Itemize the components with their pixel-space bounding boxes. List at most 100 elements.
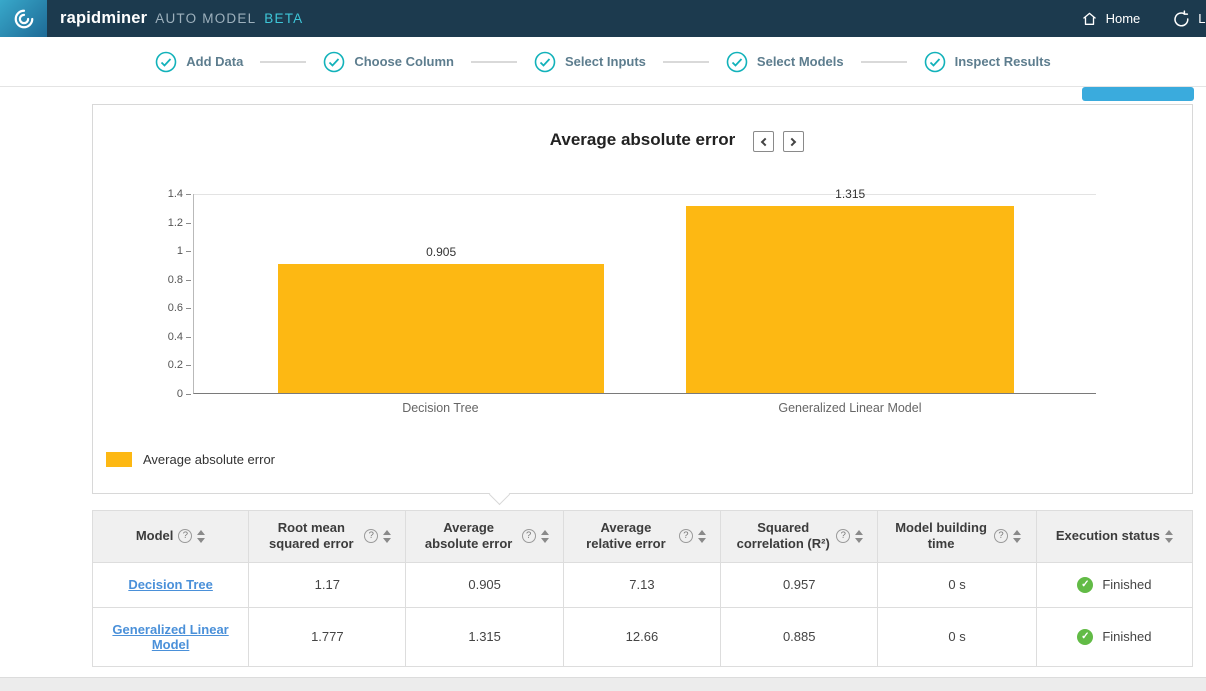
table-cell: 1.777 xyxy=(249,607,406,666)
table-cell: 7.13 xyxy=(563,562,720,607)
bar-decision-tree: 0.905 xyxy=(278,194,605,393)
table-cell: 12.66 xyxy=(563,607,720,666)
step-choose-column[interactable]: Choose Column xyxy=(323,51,454,73)
next-chart-button[interactable] xyxy=(783,131,804,152)
step-check-icon xyxy=(323,51,345,73)
step-label: Select Models xyxy=(757,54,844,69)
table-row: Decision Tree 1.17 0.905 7.13 0.957 0 s … xyxy=(93,562,1193,607)
model-cell: Decision Tree xyxy=(93,562,249,607)
bar-value-label: 1.315 xyxy=(835,187,865,201)
sort-icon xyxy=(855,530,863,543)
table-cell: 0.905 xyxy=(406,562,563,607)
rapidminer-logo-icon xyxy=(13,8,35,30)
chart-legend: Average absolute error xyxy=(106,452,1192,467)
chart-title-row: Average absolute error xyxy=(93,130,1192,154)
step-connector xyxy=(260,61,306,63)
table-cell: 0 s xyxy=(878,607,1036,666)
topbar-right: Home Log xyxy=(1081,10,1206,28)
step-check-icon xyxy=(155,51,177,73)
step-inspect-results[interactable]: Inspect Results xyxy=(924,51,1051,73)
model-link-decision-tree[interactable]: Decision Tree xyxy=(128,577,213,592)
table-cell: 0 s xyxy=(878,562,1036,607)
beta-badge: BETA xyxy=(264,11,303,26)
logout-button[interactable]: Log xyxy=(1172,10,1206,28)
y-tick-label: 1 xyxy=(177,245,183,257)
stepper: Add Data Choose Column Select Inputs Sel… xyxy=(0,37,1206,87)
column-header-model-building-time[interactable]: Model building time xyxy=(878,511,1036,563)
step-check-icon xyxy=(726,51,748,73)
step-add-data[interactable]: Add Data xyxy=(155,51,243,73)
y-tick-label: 0.8 xyxy=(168,274,183,286)
column-header-average-relative-error[interactable]: Average relative error xyxy=(563,511,720,563)
column-header-squared-correlation[interactable]: Squared correlation (R²) xyxy=(721,511,878,563)
column-header-root-mean-squared-error[interactable]: Root mean squared error xyxy=(249,511,406,563)
main-content: Average absolute error 1.4 1.2 1 0.8 0.6… xyxy=(92,104,1193,667)
sort-icon xyxy=(197,530,205,543)
bar-value-label: 0.905 xyxy=(426,245,456,259)
prev-chart-button[interactable] xyxy=(753,131,774,152)
step-select-models[interactable]: Select Models xyxy=(726,51,844,73)
step-connector xyxy=(663,61,709,63)
step-check-icon xyxy=(924,51,946,73)
column-label: Average absolute error xyxy=(421,520,517,553)
brand-name: rapidminer xyxy=(60,9,147,28)
y-tick-label: 1.2 xyxy=(168,217,183,229)
help-icon[interactable] xyxy=(522,529,536,543)
step-connector xyxy=(471,61,517,63)
sort-icon xyxy=(541,530,549,543)
bar xyxy=(686,206,1013,393)
primary-action-button[interactable] xyxy=(1082,87,1194,101)
column-label: Average relative error xyxy=(578,520,674,553)
y-tick-label: 0 xyxy=(177,388,183,400)
logout-icon xyxy=(1172,10,1190,28)
home-label: Home xyxy=(1106,11,1141,26)
help-icon[interactable] xyxy=(364,529,378,543)
bar xyxy=(278,264,605,393)
finished-check-icon xyxy=(1077,629,1093,645)
column-label: Model xyxy=(136,528,174,544)
help-icon[interactable] xyxy=(836,529,850,543)
x-category-label: Decision Tree xyxy=(277,401,604,415)
step-label: Select Inputs xyxy=(565,54,646,69)
help-icon[interactable] xyxy=(178,529,192,543)
model-link-generalized-linear-model[interactable]: Generalized Linear Model xyxy=(112,622,228,652)
column-label: Squared correlation (R²) xyxy=(735,520,831,553)
topbar: rapidminer AUTO MODEL BETA Home Log xyxy=(0,0,1206,37)
footer-strip xyxy=(0,677,1206,691)
chevron-right-icon xyxy=(787,137,795,145)
y-tick-label: 0.6 xyxy=(168,302,183,314)
sort-icon xyxy=(698,530,706,543)
column-header-execution-status[interactable]: Execution status xyxy=(1036,511,1192,563)
table-row: Generalized Linear Model 1.777 1.315 12.… xyxy=(93,607,1193,666)
results-table: Model Root mean squared error Average ab… xyxy=(92,510,1193,667)
table-cell: 1.315 xyxy=(406,607,563,666)
plot-area: 0.905 1.315 xyxy=(193,194,1096,394)
step-select-inputs[interactable]: Select Inputs xyxy=(534,51,646,73)
rapidminer-logo[interactable] xyxy=(0,0,47,37)
status-label: Finished xyxy=(1102,577,1151,592)
product-name: AUTO MODEL xyxy=(155,11,256,26)
logout-label: Log xyxy=(1198,11,1206,26)
column-header-model[interactable]: Model xyxy=(93,511,249,563)
legend-swatch xyxy=(106,452,132,467)
y-tick-label: 0.2 xyxy=(168,359,183,371)
sort-icon xyxy=(1013,530,1021,543)
status-cell: Finished xyxy=(1036,607,1192,666)
model-cell: Generalized Linear Model xyxy=(93,607,249,666)
column-label: Root mean squared error xyxy=(263,520,359,553)
finished-check-icon xyxy=(1077,577,1093,593)
x-category-label: Generalized Linear Model xyxy=(686,401,1014,415)
table-cell: 1.17 xyxy=(249,562,406,607)
status-label: Finished xyxy=(1102,629,1151,644)
y-tick-label: 1.4 xyxy=(168,188,183,200)
column-header-average-absolute-error[interactable]: Average absolute error xyxy=(406,511,563,563)
help-icon[interactable] xyxy=(679,529,693,543)
help-icon[interactable] xyxy=(994,529,1008,543)
step-label: Choose Column xyxy=(354,54,454,69)
step-connector xyxy=(861,61,907,63)
step-label: Inspect Results xyxy=(955,54,1051,69)
column-label: Model building time xyxy=(893,520,989,553)
x-axis-labels: Decision Tree Generalized Linear Model xyxy=(193,394,1096,422)
home-button[interactable]: Home xyxy=(1081,11,1141,27)
bar-generalized-linear-model: 1.315 xyxy=(686,194,1013,393)
